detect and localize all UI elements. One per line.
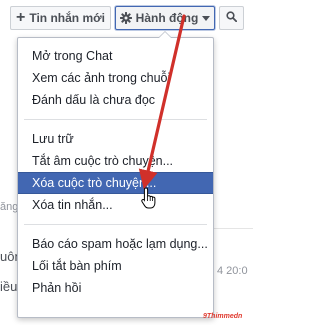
plus-icon: +	[16, 9, 26, 26]
new-message-label: Tin nhắn mới	[29, 11, 105, 25]
menu-divider	[24, 224, 207, 225]
conversation-timestamp: 4 20:0	[217, 265, 248, 277]
menu-item-mark-unread[interactable]: Đánh dấu là chưa đọc	[18, 89, 213, 111]
actions-menu: Mở trong Chat Xem các ảnh trong chuỗi Đá…	[17, 31, 214, 318]
menu-item-report-spam[interactable]: Báo cáo spam hoặc lạm dụng...	[18, 233, 213, 255]
hand-cursor-icon	[141, 187, 156, 209]
menu-item-archive[interactable]: Lưu trữ	[18, 128, 213, 150]
divider	[214, 228, 253, 229]
menu-item-mute[interactable]: Tắt âm cuộc trò chuyện...	[18, 150, 213, 172]
actions-label: Hành động	[135, 11, 199, 25]
background-fragment: iều	[0, 279, 18, 294]
menu-item-delete-messages[interactable]: Xóa tin nhắn...	[18, 194, 213, 216]
menu-item-delete-conversation[interactable]: Xóa cuộc trò chuyện...	[18, 172, 213, 194]
watermark: 9Thimmedn	[203, 313, 243, 320]
menu-item-view-photos[interactable]: Xem các ảnh trong chuỗi	[18, 67, 213, 89]
menu-item-feedback[interactable]: Phản hồi	[18, 277, 213, 299]
search-icon	[226, 11, 238, 25]
search-button[interactable]	[219, 6, 244, 30]
background-fragment: ăng	[0, 201, 19, 213]
chevron-down-icon	[202, 11, 211, 25]
menu-divider	[24, 119, 207, 120]
new-message-button[interactable]: + Tin nhắn mới	[10, 6, 111, 30]
gear-icon	[119, 12, 132, 24]
actions-dropdown-button[interactable]: Hành động	[115, 6, 215, 30]
menu-item-keyboard-shortcuts[interactable]: Lối tắt bàn phím	[18, 255, 213, 277]
menu-item-open-in-chat[interactable]: Mở trong Chat	[18, 45, 213, 67]
